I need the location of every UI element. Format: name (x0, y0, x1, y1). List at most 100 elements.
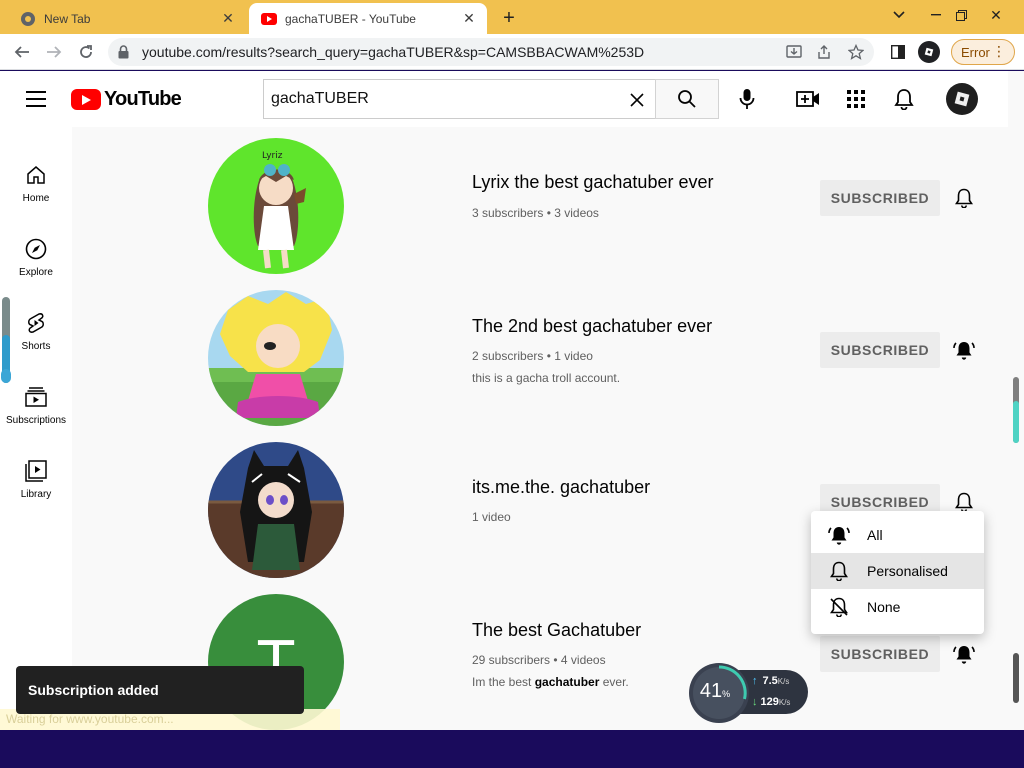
subscribed-button[interactable]: SUBSCRIBED (820, 180, 940, 216)
menu-icon[interactable] (26, 91, 46, 107)
channel-meta: 2 subscribers • 1 video (472, 349, 593, 363)
bell-outline-icon (827, 559, 851, 583)
profile-avatar[interactable] (918, 41, 940, 63)
scrollbar-thumb-secondary[interactable] (1013, 653, 1019, 703)
channel-description: this is a gacha troll account. (472, 371, 621, 385)
guide-item-shorts[interactable]: Shorts (0, 293, 72, 367)
apps-grid-icon[interactable] (844, 87, 868, 111)
search-button[interactable] (655, 79, 719, 119)
toast-notification: Subscription added (16, 666, 304, 714)
install-app-icon[interactable] (784, 42, 804, 62)
menu-item-label: All (867, 527, 883, 543)
guide-label: Library (20, 489, 52, 500)
search-input[interactable]: gachaTUBER (263, 79, 656, 119)
search-icon (678, 90, 696, 108)
compass-icon (24, 237, 48, 261)
tab-search-icon[interactable] (884, 0, 914, 30)
guide-item-explore[interactable]: Explore (0, 219, 72, 293)
youtube-favicon (261, 11, 277, 27)
upload-speed: ↑ 7.5K/s (752, 675, 790, 687)
address-bar[interactable]: youtube.com/results?search_query=gachaTU… (108, 38, 874, 66)
account-avatar[interactable] (946, 83, 978, 115)
menu-item-label: None (867, 599, 901, 615)
guide-sidebar: Home Explore Shorts Subscriptions Librar… (0, 127, 72, 730)
home-icon (24, 163, 48, 187)
youtube-play-icon (71, 89, 101, 110)
download-arrow-icon: ↓ (752, 696, 758, 708)
guide-item-home[interactable]: Home (0, 145, 72, 219)
channel-avatar[interactable] (208, 290, 344, 426)
bell-ringing-icon[interactable] (952, 338, 976, 362)
bell-outline-icon[interactable] (952, 186, 976, 210)
youtube-page: YouTube gachaTUBER Home Explore Shorts S… (0, 71, 1024, 730)
close-tab-icon[interactable]: ✕ (459, 9, 479, 29)
guide-label: Subscriptions (5, 415, 67, 426)
more-menu-icon: ⋮ (992, 43, 1006, 59)
menu-item-all[interactable]: All (811, 517, 984, 553)
bell-ringing-icon[interactable] (952, 642, 976, 666)
youtube-header: YouTube gachaTUBER (0, 71, 1008, 127)
close-window-icon[interactable]: ✕ (976, 0, 1016, 30)
shorts-icon (24, 311, 48, 335)
channel-row[interactable]: Lyriz Lyrix the best gachatuber ever 3 s… (72, 138, 1008, 290)
channel-name[interactable]: Lyrix the best gachatuber ever (472, 172, 713, 193)
guide-label: Shorts (21, 341, 51, 352)
chrome-icon (20, 11, 36, 27)
bell-ringing-icon (827, 523, 851, 547)
channel-description: Im the best gachatuber ever. (472, 675, 629, 689)
svg-text:Lyriz: Lyriz (262, 151, 283, 161)
guide-label: Home (22, 193, 50, 204)
channel-name[interactable]: The 2nd best gachatuber ever (472, 316, 712, 337)
subscriptions-icon (24, 385, 48, 409)
channel-meta: 29 subscribers • 4 videos (472, 653, 606, 667)
side-panel-icon[interactable] (884, 38, 912, 66)
share-icon[interactable] (814, 42, 834, 62)
upload-arrow-icon: ↑ (752, 675, 758, 687)
scrollbar-thumb[interactable] (1013, 377, 1019, 443)
error-button[interactable]: Error ⋮ (951, 39, 1015, 65)
microphone-icon[interactable] (735, 87, 759, 111)
lock-icon[interactable] (118, 45, 129, 64)
notification-menu: All Personalised None (811, 511, 984, 634)
channel-meta: 1 video (472, 510, 511, 524)
youtube-wordmark: YouTube (104, 88, 182, 110)
create-video-icon[interactable] (796, 87, 820, 111)
channel-meta: 3 subscribers • 3 videos (472, 206, 599, 220)
error-label: Error (961, 44, 990, 60)
bell-off-icon (827, 595, 851, 619)
volume-slider-knob[interactable] (1, 369, 11, 383)
volume-slider[interactable] (1, 297, 11, 383)
bookmark-star-icon[interactable] (846, 42, 866, 62)
tab-strip: New Tab ✕ gachaTUBER - YouTube ✕ + ✕ (0, 0, 1024, 34)
subscribed-button[interactable]: SUBSCRIBED (820, 332, 940, 368)
tab-youtube[interactable]: gachaTUBER - YouTube ✕ (249, 3, 487, 34)
menu-item-none[interactable]: None (811, 589, 984, 625)
url-text: youtube.com/results?search_query=gachaTU… (142, 44, 645, 60)
new-tab-button[interactable]: + (497, 7, 521, 29)
restore-icon[interactable] (946, 0, 976, 30)
page-scrollbar[interactable] (1008, 71, 1024, 730)
channel-avatar[interactable]: Lyriz (208, 138, 344, 274)
channel-avatar[interactable] (208, 442, 344, 578)
tab-new-tab[interactable]: New Tab ✕ (8, 3, 246, 34)
menu-item-label: Personalised (867, 563, 948, 579)
back-icon[interactable] (8, 38, 36, 66)
network-speed-widget[interactable]: 41% ↑ 7.5K/s ↓ 129K/s (688, 662, 810, 724)
library-icon (24, 459, 48, 483)
reload-icon[interactable] (72, 38, 100, 66)
close-tab-icon[interactable]: ✕ (218, 9, 238, 29)
forward-icon[interactable] (40, 38, 68, 66)
search-query: gachaTUBER (271, 90, 369, 107)
channel-row[interactable]: The 2nd best gachatuber ever 2 subscribe… (72, 290, 1008, 442)
taskbar-band (0, 730, 1024, 768)
clear-search-icon[interactable] (627, 90, 647, 110)
channel-name[interactable]: The best Gachatuber (472, 620, 641, 641)
tab-title: New Tab (44, 11, 91, 26)
guide-item-library[interactable]: Library (0, 441, 72, 515)
subscribed-button[interactable]: SUBSCRIBED (820, 636, 940, 672)
youtube-logo[interactable]: YouTube (71, 88, 182, 111)
channel-name[interactable]: its.me.the. gachatuber (472, 477, 650, 498)
notifications-bell-icon[interactable] (892, 87, 916, 111)
menu-item-personalised[interactable]: Personalised (811, 553, 984, 589)
guide-label: Explore (19, 267, 53, 278)
